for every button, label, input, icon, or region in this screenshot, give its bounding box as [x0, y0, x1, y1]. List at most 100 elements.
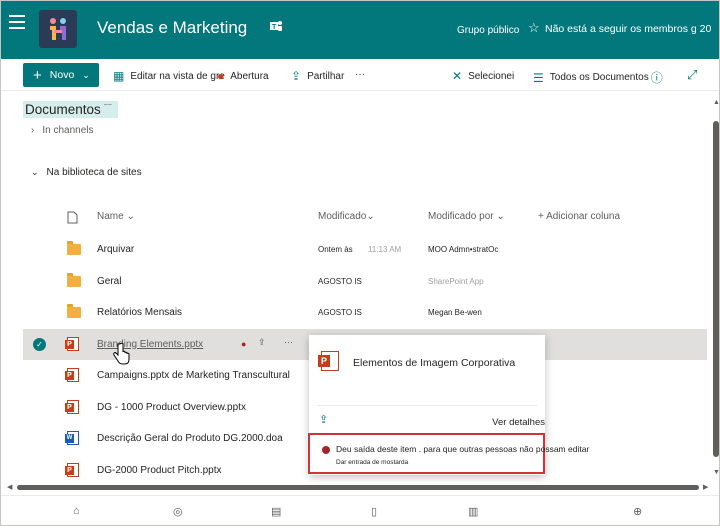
scroll-left-icon[interactable]: ◀	[7, 483, 12, 491]
folder-icon	[67, 272, 81, 289]
library-title-text: Documentos	[25, 102, 101, 117]
channels-label: In channels	[42, 125, 94, 135]
teams-icon[interactable]: T	[269, 19, 283, 33]
menu-icon[interactable]	[9, 15, 25, 29]
scroll-thumb[interactable]	[713, 121, 719, 457]
modified-by: MOO Admn•stratOc	[428, 245, 499, 254]
checked-out-icon	[322, 446, 330, 454]
scroll-right-icon[interactable]: ▶	[703, 483, 708, 491]
hand-cursor-icon	[112, 342, 130, 367]
chevron-down-icon: ⌄	[31, 167, 39, 177]
site-logo[interactable]	[39, 10, 77, 48]
powerpoint-icon	[318, 351, 339, 371]
share-icon[interactable]: ⇪	[319, 413, 328, 426]
file-name[interactable]: DG-2000 Product Pitch.pptx	[97, 465, 222, 476]
powerpoint-icon	[65, 368, 81, 383]
news-icon[interactable]: ▤	[271, 505, 281, 518]
file-name[interactable]: Geral	[97, 276, 121, 287]
star-icon[interactable]: ☆	[528, 20, 540, 36]
scroll-down-icon[interactable]: ▼	[713, 469, 719, 476]
file-icon[interactable]: ▯	[371, 505, 377, 518]
channels-section[interactable]: › In channels	[31, 125, 94, 135]
column-name[interactable]: Name ⌄	[97, 211, 135, 222]
share-icon[interactable]: ⇪	[258, 337, 266, 348]
filter-lines-icon: ☰	[533, 70, 544, 85]
command-bar: + Novo ⌄ ▦ Editar na vista de gre ● Aber…	[1, 59, 719, 91]
plus-icon: +	[538, 211, 544, 222]
see-details-link[interactable]: Ver detalhes	[492, 417, 545, 428]
share-icon: ⇪	[291, 69, 302, 83]
select-button[interactable]: ✕ Selecionei	[452, 69, 514, 83]
site-header: Vendas e Marketing T Grupo público ☆ Não…	[1, 1, 719, 59]
table-row[interactable]: Arquivar Ontem às 11:13 AM MOO Admn•stratOc	[23, 234, 707, 265]
app-window: Vendas e Marketing T Grupo público ☆ Não…	[0, 0, 720, 526]
column-modified-by[interactable]: Modificado por ⌄	[428, 211, 505, 222]
chevron-down-icon: ⌄	[82, 69, 90, 80]
library-title-sup: ~~	[103, 102, 112, 109]
site-library-section[interactable]: ⌄ Na biblioteca de sites	[31, 167, 142, 178]
checkout-message: Deu saída deste item . para que outras p…	[336, 444, 590, 454]
column-modified[interactable]: Modificado⌄	[318, 211, 375, 222]
globe-icon[interactable]: ◎	[173, 505, 183, 518]
modified-date: Ontem às	[318, 245, 353, 254]
powerpoint-icon	[65, 462, 81, 478]
checkmark-icon[interactable]: ✓	[33, 337, 46, 351]
scroll-up-icon[interactable]: ▲	[713, 99, 719, 106]
share-label: Partilhar	[307, 70, 345, 82]
modified-time: 11:13 AM	[368, 245, 402, 254]
folder-icon	[67, 241, 81, 257]
view-selector[interactable]: ☰ Todos os Documentos ⓘ	[533, 69, 663, 86]
horizontal-scrollbar[interactable]: ◀ ▶	[7, 483, 711, 491]
add-icon[interactable]: ⊕	[633, 505, 642, 518]
group-type-label: Grupo público	[457, 25, 520, 36]
expand-icon[interactable]: ⤢	[687, 67, 697, 83]
library-title[interactable]: Documentos ~~	[23, 101, 118, 118]
vertical-scrollbar[interactable]: ▲ ▼	[712, 97, 719, 481]
powerpoint-icon	[65, 336, 81, 352]
edit-grid-view-button[interactable]: ▦ Editar na vista de gre	[113, 69, 225, 83]
home-icon[interactable]: ⌂	[73, 505, 80, 517]
checked-out-icon[interactable]: ●	[241, 339, 246, 349]
new-button-label: Novo	[49, 69, 75, 81]
chevron-down-icon: ⌄	[366, 211, 375, 222]
modified-by: Megan Be-wen	[428, 308, 482, 317]
modified-date: AGOSTO IS	[318, 308, 362, 317]
site-library-label: Na biblioteca de sites	[46, 167, 142, 178]
chevron-right-icon: ›	[31, 125, 35, 135]
scroll-thumb[interactable]	[17, 485, 699, 490]
open-icon: ●	[217, 69, 225, 83]
more-actions-icon[interactable]: ···	[284, 337, 293, 347]
follow-status[interactable]: Não está a seguir os membros g 20	[545, 23, 711, 35]
file-name[interactable]: Descrição Geral do Produto DG.2000.doa	[97, 433, 283, 444]
site-title[interactable]: Vendas e Marketing	[97, 18, 247, 38]
file-type-icon[interactable]	[67, 211, 78, 227]
callout-file-title[interactable]: Elementos de Imagem Corporativa	[353, 357, 515, 369]
new-button[interactable]: + Novo ⌄	[23, 63, 99, 87]
svg-text:T: T	[272, 24, 277, 31]
file-name[interactable]: Campaigns.pptx de Marketing Transcultura…	[97, 370, 290, 381]
word-icon	[65, 431, 81, 446]
share-button[interactable]: ⇪ Partilhar	[291, 69, 344, 83]
view-label: Todos os Documentos	[549, 72, 649, 83]
more-options-button[interactable]: ···	[355, 69, 365, 80]
table-row[interactable]: Relatórios Mensais AGOSTO IS Megan Be-wen	[23, 297, 707, 328]
divider	[317, 405, 537, 406]
folder-icon	[67, 304, 81, 320]
file-name[interactable]: Relatórios Mensais	[97, 307, 182, 318]
info-icon[interactable]: ⓘ	[651, 69, 663, 86]
modified-by: SharePoint App	[428, 276, 484, 286]
add-column-button[interactable]: + Adicionar coluna	[538, 211, 620, 222]
open-button[interactable]: ● Abertura	[217, 69, 269, 83]
select-label: Selecionei	[468, 70, 515, 82]
lists-icon[interactable]: ▥	[468, 505, 478, 518]
chevron-down-icon: ⌄	[126, 211, 135, 222]
table-row[interactable]: Geral AGOSTO IS SharePoint App	[23, 266, 707, 297]
file-name[interactable]: DG - 1000 Product Overview.pptx	[97, 402, 246, 413]
checkout-alert: Deu saída deste item . para que outras p…	[308, 433, 589, 474]
open-label: Abertura	[230, 70, 269, 82]
file-name[interactable]: Arquivar	[97, 244, 134, 255]
modified-date: AGOSTO IS	[318, 276, 362, 286]
powerpoint-icon	[65, 399, 81, 415]
check-in-link[interactable]: Dar entrada de mostarda	[336, 459, 408, 466]
chevron-down-icon: ⌄	[496, 211, 505, 222]
